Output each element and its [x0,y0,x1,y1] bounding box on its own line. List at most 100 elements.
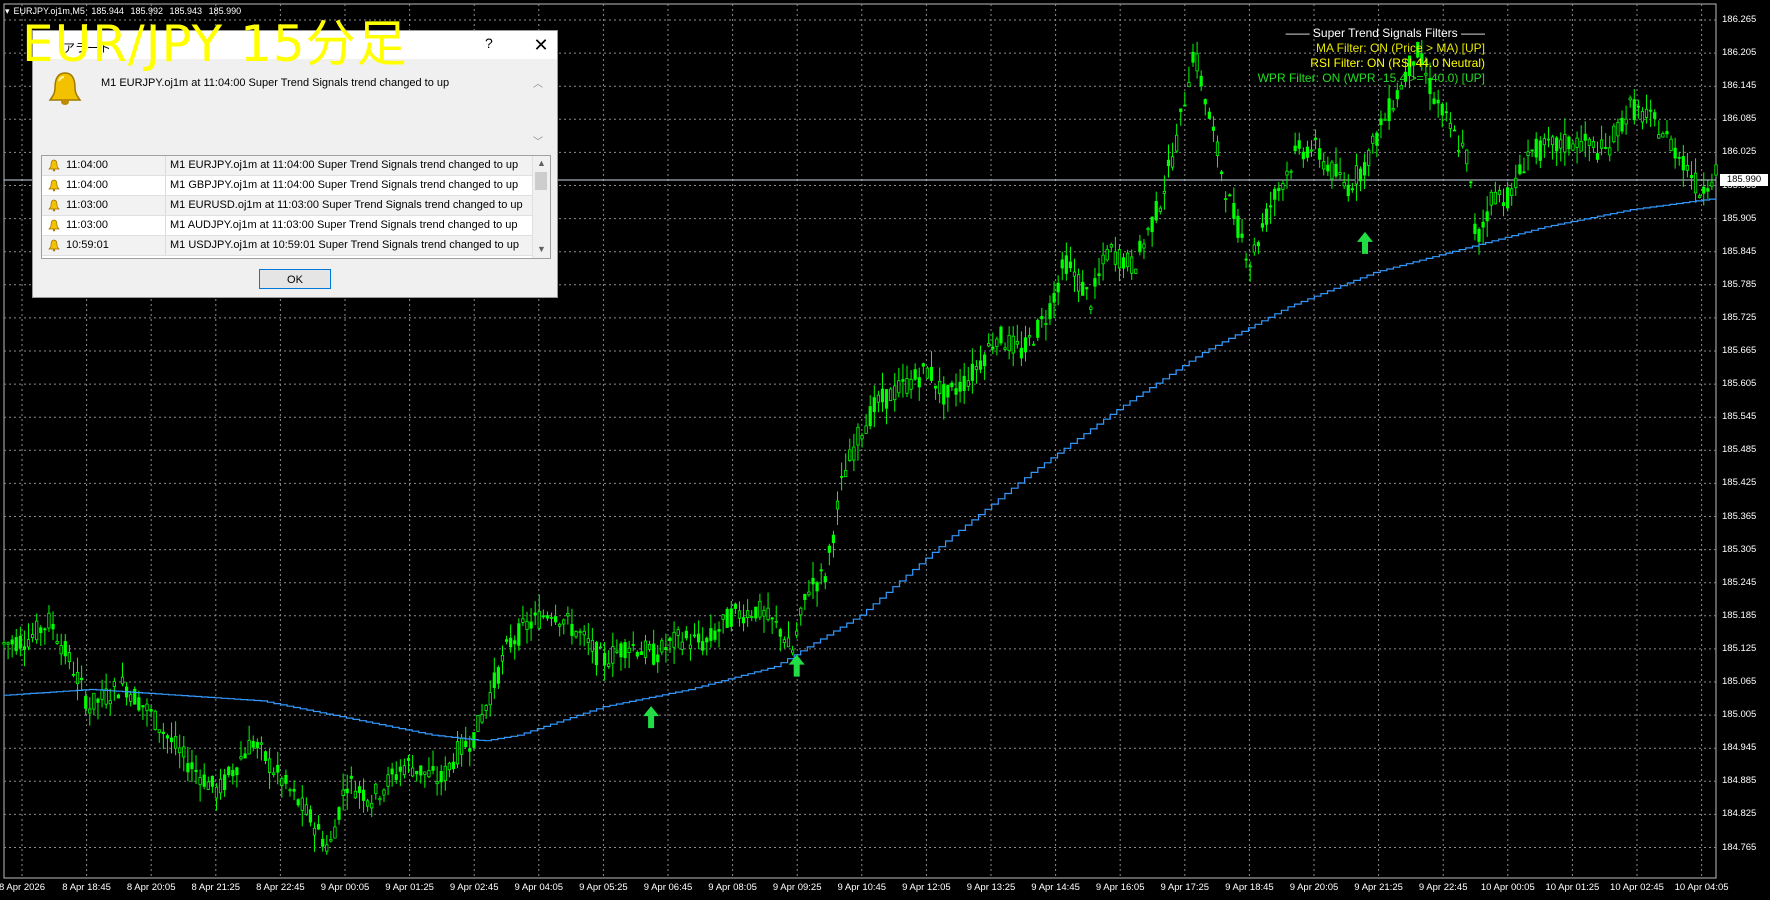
candle-body [1056,282,1060,293]
candle-body [14,637,18,652]
list-scrollbar[interactable]: ▲ ▼ [532,156,550,258]
candle-body [1620,117,1624,132]
candle-body [1003,347,1007,350]
candle-body [1657,134,1661,139]
arrow-shape [788,654,805,677]
time-axis-label: 10 Apr 00:05 [1480,882,1535,893]
candle-body [190,762,194,770]
time-axis-label: 8 Apr 20:05 [126,882,176,893]
candle-body [1612,125,1616,143]
scroll-thumb[interactable] [535,172,547,190]
candle-body [962,375,966,391]
time-axis-label: 8 Apr 21:25 [191,882,241,893]
time-axis-label: 8 Apr 22:45 [256,882,305,893]
candle-body [296,799,300,806]
alert-time: 11:03:00 [66,219,109,231]
candle-body [357,786,362,793]
price-axis-label: 185.845 [1722,245,1757,257]
candle-body [897,380,901,394]
candle-body [545,615,550,619]
message-scroll-down-icon[interactable]: ﹀ [533,133,543,148]
candle-body [1632,99,1636,121]
candle-body [464,740,468,748]
candle-body [398,766,402,772]
candle-body [701,641,705,651]
candle-body [623,642,627,659]
candle-body [509,637,513,648]
candle-body [978,360,983,370]
price-axis-label: 185.725 [1722,311,1757,323]
alert-row[interactable]: 11:03:00 M1 EURUSD.oj1m at 11:03:00 Super… [42,196,532,216]
candle-body [161,731,165,735]
candle-body [1011,335,1015,354]
time-axis-label: 9 Apr 08:05 [708,882,757,893]
candle-body [178,747,182,754]
candle-body [410,767,415,777]
candle-body [774,620,778,623]
candle-body [762,609,766,617]
candle-body [1068,261,1073,269]
candle-body [1673,147,1677,159]
candle-body [1240,233,1244,238]
alert-row[interactable]: 11:03:00 M1 AUDJPY.oj1m at 11:03:00 Super… [42,216,532,236]
candle-body [402,765,407,776]
alert-row[interactable]: 11:04:00 M1 GBPJPY.oj1m at 11:04:00 Super… [42,176,532,196]
close-button[interactable]: ✕ [525,31,557,59]
candle-body [1023,337,1028,353]
candle-body [1052,293,1056,303]
candle-body [1469,181,1473,184]
candle-body [480,713,484,723]
candle-body [194,769,198,773]
candle-body [1710,181,1714,187]
candle-body [1305,146,1310,158]
alert-row[interactable]: 11:04:00 M1 EURJPY.oj1m at 11:04:00 Super… [42,156,532,176]
candle-body [1591,141,1596,148]
time-axis-label: 9 Apr 21:25 [1354,882,1403,893]
scroll-up-icon[interactable]: ▲ [537,158,546,168]
candle-body [22,646,27,650]
candle-body [1036,319,1040,338]
candle-body [31,634,35,638]
candle-body [235,767,239,776]
candle-body [1297,140,1301,149]
candle-body [300,797,304,811]
candle-body [909,378,913,390]
candle-body [619,643,623,658]
scroll-down-icon[interactable]: ▼ [537,244,546,254]
candle-body [1130,256,1134,274]
candle-body [864,425,868,434]
ma-filter-status: MA Filter: ON (Price > MA) [UP] [1315,41,1485,55]
alert-bell-icon [48,72,82,105]
candle-body [10,639,14,645]
ok-button[interactable]: OK [259,269,331,289]
candle-body [1550,136,1555,146]
price-axis-label: 186.265 [1722,14,1757,25]
candle-body [758,600,762,618]
candle-body [231,770,235,777]
candle-body [652,643,656,665]
alert-row[interactable]: 10:59:01 M1 USDJPY.oj1m at 10:59:01 Super… [42,236,532,256]
candle-body [1489,191,1493,206]
column-divider [165,176,166,195]
message-scroll-up-icon[interactable]: ︿ [533,75,543,90]
bell-icon [48,199,60,212]
alert-history-list[interactable]: 10:59:01 M1 USDJPY.oj1m at 10:59:01 Super… [41,155,551,259]
help-button[interactable]: ? [485,35,493,51]
alert-row-message: M1 USDJPY.oj1m at 10:59:01 Super Trend S… [170,239,519,251]
price-axis-label: 186.025 [1722,146,1757,158]
candle-body [484,705,488,711]
candle-body [6,642,10,645]
candle-body [1313,137,1318,140]
buy-signal-arrow-icon [788,654,805,677]
candle-body [1493,191,1497,205]
chart-menu-triangle-icon[interactable]: ▾ [5,6,10,16]
candle-body [815,582,819,592]
candle-body [1113,251,1117,265]
candle-body [218,778,223,794]
candle-body [1628,97,1632,101]
candle-body [141,705,145,708]
candle-body [1546,138,1551,141]
candle-body [1599,139,1604,149]
candle-body [63,641,67,657]
candle-body [631,644,635,646]
